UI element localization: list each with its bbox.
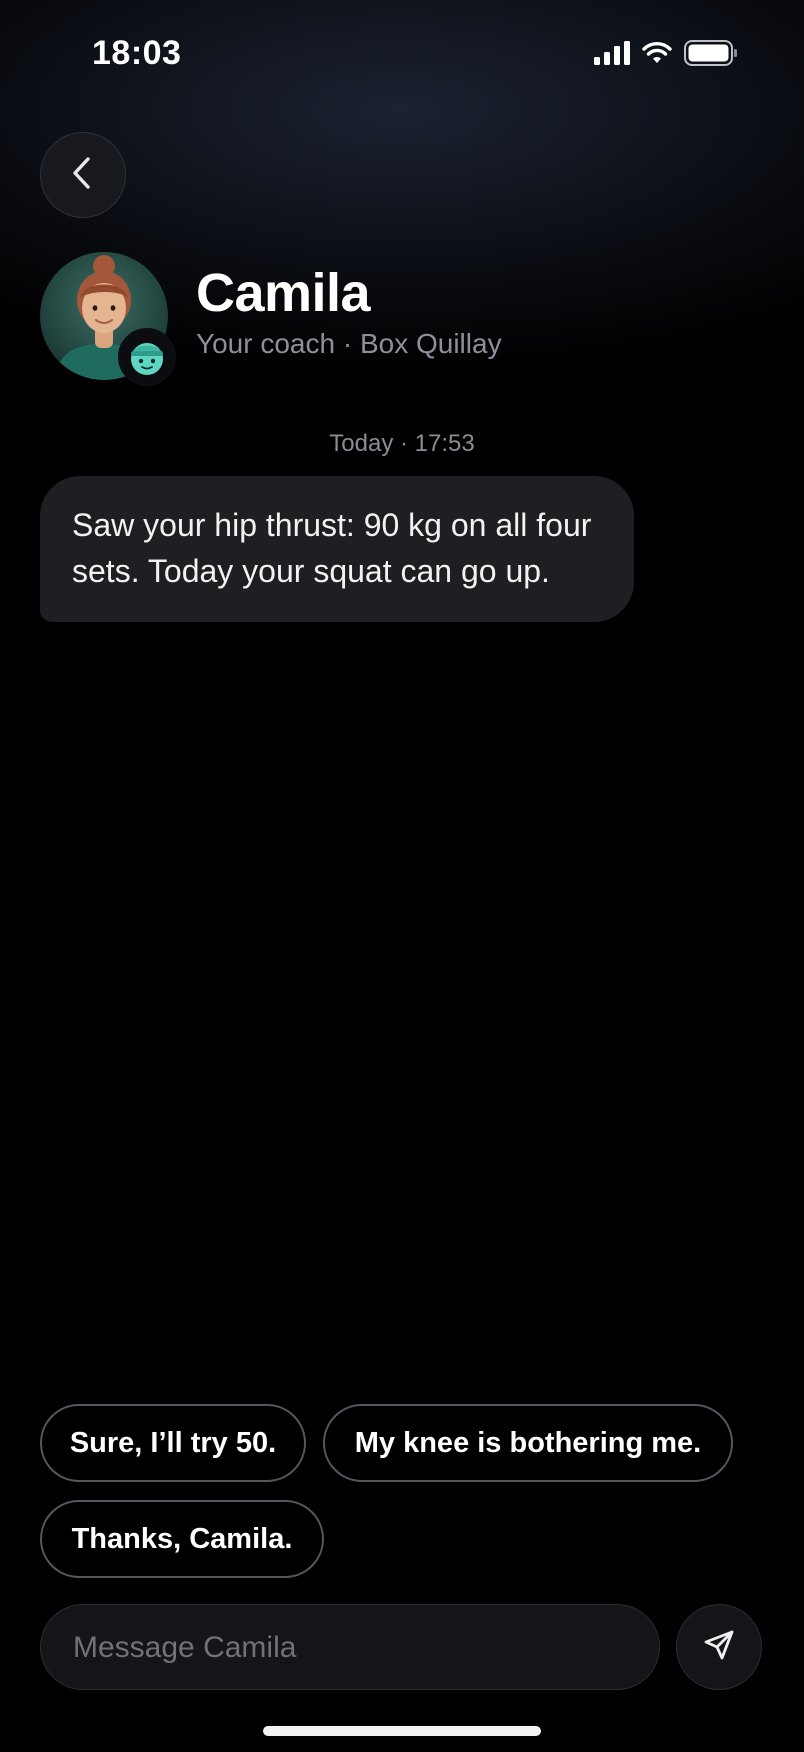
- wifi-icon: [642, 41, 672, 70]
- back-button[interactable]: [40, 132, 126, 218]
- message-text: Saw your hip thrust: 90 kg on all four s…: [72, 507, 592, 589]
- mascot-badge-icon: [118, 328, 176, 386]
- send-button[interactable]: [676, 1604, 762, 1690]
- quick-reply-thanks[interactable]: Thanks, Camila.: [40, 1500, 324, 1578]
- quick-reply-knee-bothering[interactable]: My knee is bothering me.: [323, 1404, 733, 1482]
- send-icon: [702, 1628, 736, 1667]
- coach-name: Camila: [196, 263, 371, 323]
- signal-icon: [594, 41, 630, 70]
- message-input[interactable]: [71, 1605, 635, 1691]
- chevron-left-icon: [68, 156, 98, 195]
- status-time: 18:03: [92, 34, 182, 72]
- battery-icon: [684, 40, 738, 71]
- status-icons: [594, 40, 738, 71]
- incoming-message-bubble: Saw your hip thrust: 90 kg on all four s…: [40, 476, 634, 622]
- home-indicator: [263, 1726, 541, 1736]
- status-bar: 18:03: [0, 0, 804, 110]
- message-composer: [40, 1604, 660, 1691]
- message-timestamp: Today · 17:53: [329, 430, 475, 457]
- coach-subtitle: Your coach · Box Quillay: [196, 328, 502, 359]
- quick-reply-try-50[interactable]: Sure, I’ll try 50.: [40, 1404, 306, 1482]
